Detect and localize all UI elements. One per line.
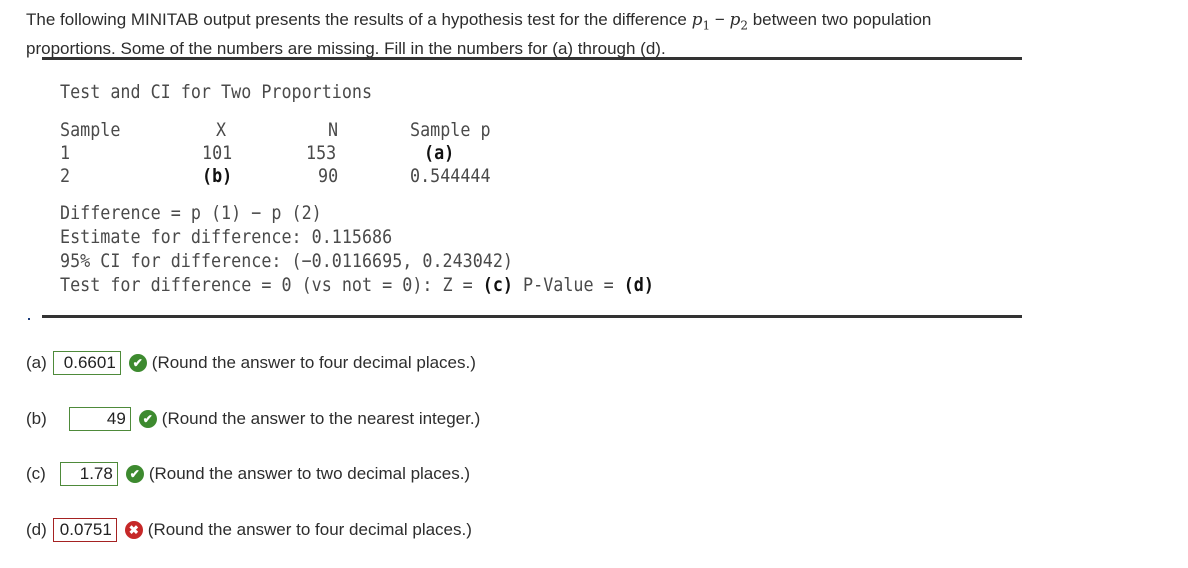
row2-x: (b) [202,165,233,187]
check-icon: ✔ [125,465,144,483]
answer-a-label: (a) [26,353,47,372]
estimate-line: Estimate for difference: 0.115686 [60,226,393,248]
row2-n: 90 [318,165,339,187]
check-icon: ✔ [138,410,157,428]
stray-dot [28,318,30,320]
answer-d-row: (d) ✖ (Round the answer to four decimal … [26,518,472,542]
answer-b-hint: (Round the answer to the nearest integer… [161,409,481,428]
row2-p: 0.544444 [410,165,491,187]
p1-symbol: p1 [691,10,711,33]
test-line: Test for difference = 0 (vs not = 0): Z … [60,274,654,296]
difference-line: Difference = p (1) − p (2) [60,202,322,224]
row1-x: 101 [202,142,233,164]
row1-p: (a) [424,142,455,164]
answer-d-hint: (Round the answer to four decimal places… [147,520,472,539]
answer-b-input[interactable] [68,407,131,431]
intro-line1-end: between two population [748,10,932,29]
row1-n: 153 [306,142,337,164]
answer-c-hint: (Round the answer to two decimal places.… [148,464,471,483]
ci-line: 95% CI for difference: (−0.0116695, 0.24… [60,250,513,272]
intro-line1-text: The following MINITAB output presents th… [26,10,692,29]
check-icon: ✔ [128,354,147,372]
header-x: X [216,119,227,141]
bottom-divider [42,315,1022,318]
answer-c-label: (c) [26,464,46,483]
minus-sign: − [710,10,730,29]
answer-d-label: (d) [26,520,47,539]
x-icon: ✖ [124,521,143,539]
question-intro: The following MINITAB output presents th… [26,8,1166,60]
header-n: N [328,119,339,141]
answer-d-input[interactable] [52,518,117,542]
answer-b-label: (b) [26,409,47,428]
answer-c-row: (c) ✔ (Round the answer to two decimal p… [26,462,470,486]
intro-line2-text: proportions. Some of the numbers are mis… [26,39,666,59]
answer-a-hint: (Round the answer to four decimal places… [151,353,476,372]
top-divider [42,57,1022,60]
header-sample: Sample [60,119,121,141]
answer-b-row: (b) ✔ (Round the answer to the nearest i… [26,407,480,431]
answer-a-row: (a) ✔ (Round the answer to four decimal … [26,351,476,375]
row1-sample: 1 [60,142,71,164]
header-sample-p: Sample p [410,119,491,141]
answer-a-input[interactable] [52,351,121,375]
p2-symbol: p2 [729,10,748,33]
answer-c-input[interactable] [59,462,118,486]
row2-sample: 2 [60,165,71,187]
output-title: Test and CI for Two Proportions [60,81,373,103]
